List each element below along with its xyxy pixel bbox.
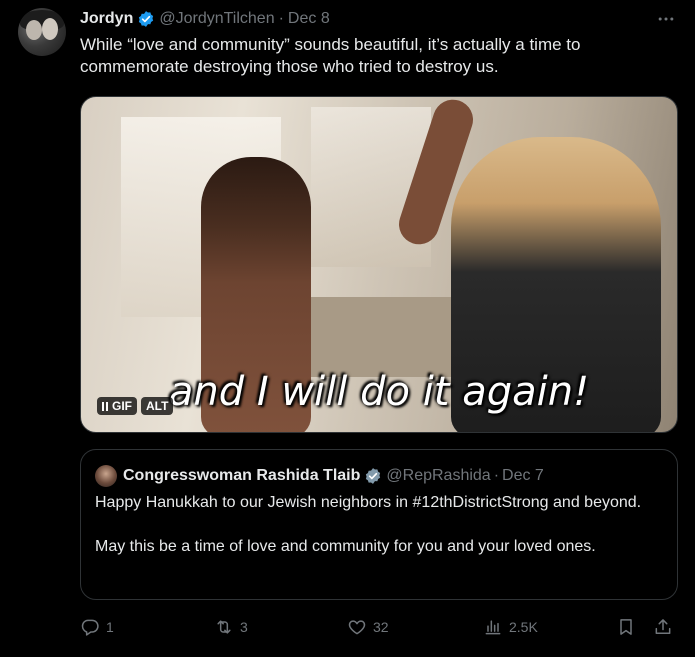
verified-badge-icon	[366, 468, 381, 484]
author-name[interactable]: Jordyn	[80, 10, 133, 28]
avatar-face-left	[26, 20, 42, 40]
avatar-face-right	[42, 18, 58, 40]
author-avatar[interactable]	[18, 8, 66, 56]
like-count: 32	[373, 619, 389, 635]
gif-badge[interactable]: GIF	[97, 397, 137, 415]
like-icon	[348, 620, 366, 635]
quote-paragraph: Happy Hanukkah to our Jewish neighbors i…	[95, 494, 642, 511]
reply-count: 1	[106, 619, 114, 635]
tweet-header: Jordyn @JordynTilchen · Dec 8	[80, 8, 330, 30]
verified-badge-icon	[139, 11, 154, 27]
quoted-tweet[interactable]: Congresswoman Rashida Tlaib @RepRashida …	[80, 449, 678, 600]
quote-text: Happy Hanukkah to our Jewish neighbors i…	[95, 492, 665, 558]
bookmark-icon	[620, 619, 632, 635]
bookmark-button[interactable]	[616, 615, 636, 639]
media-badges: GIF ALT	[97, 397, 174, 415]
tweet-text: While “love and community” sounds beauti…	[80, 35, 581, 76]
views-count: 2.5K	[509, 619, 538, 635]
tweet[interactable]: Jordyn @JordynTilchen · Dec 8 While “lov…	[0, 0, 695, 657]
gif-label: GIF	[112, 399, 132, 413]
share-icon	[655, 619, 671, 634]
pause-icon[interactable]	[102, 401, 108, 411]
quote-author-handle[interactable]: @RepRashida	[386, 467, 490, 485]
repost-count: 3	[240, 619, 248, 635]
quote-header: Congresswoman Rashida Tlaib @RepRashida …	[95, 465, 544, 487]
repost-icon	[217, 620, 231, 634]
quote-author-avatar[interactable]	[95, 465, 117, 487]
alt-badge[interactable]: ALT	[141, 397, 174, 415]
quote-date[interactable]: Dec 7	[502, 467, 544, 485]
more-horizontal-icon[interactable]	[655, 9, 677, 27]
tweet-date[interactable]: Dec 8	[288, 10, 330, 28]
action-bar: 1 3 32 2.5K	[80, 615, 680, 639]
views-button[interactable]: 2.5K	[483, 615, 538, 639]
quote-author-name[interactable]: Congresswoman Rashida Tlaib	[123, 467, 360, 485]
gif-media[interactable]: and I will do it again! GIF ALT	[80, 96, 678, 433]
share-button[interactable]	[653, 615, 673, 639]
like-button[interactable]: 32	[347, 615, 389, 639]
views-icon	[485, 620, 501, 635]
reply-icon	[81, 619, 99, 636]
repost-button[interactable]: 3	[214, 615, 248, 639]
quote-separator: ·	[493, 467, 500, 484]
header-separator: ·	[278, 10, 284, 27]
author-handle[interactable]: @JordynTilchen	[159, 10, 274, 28]
quote-paragraph: May this be a time of love and community…	[95, 538, 596, 555]
reply-button[interactable]: 1	[80, 615, 114, 639]
